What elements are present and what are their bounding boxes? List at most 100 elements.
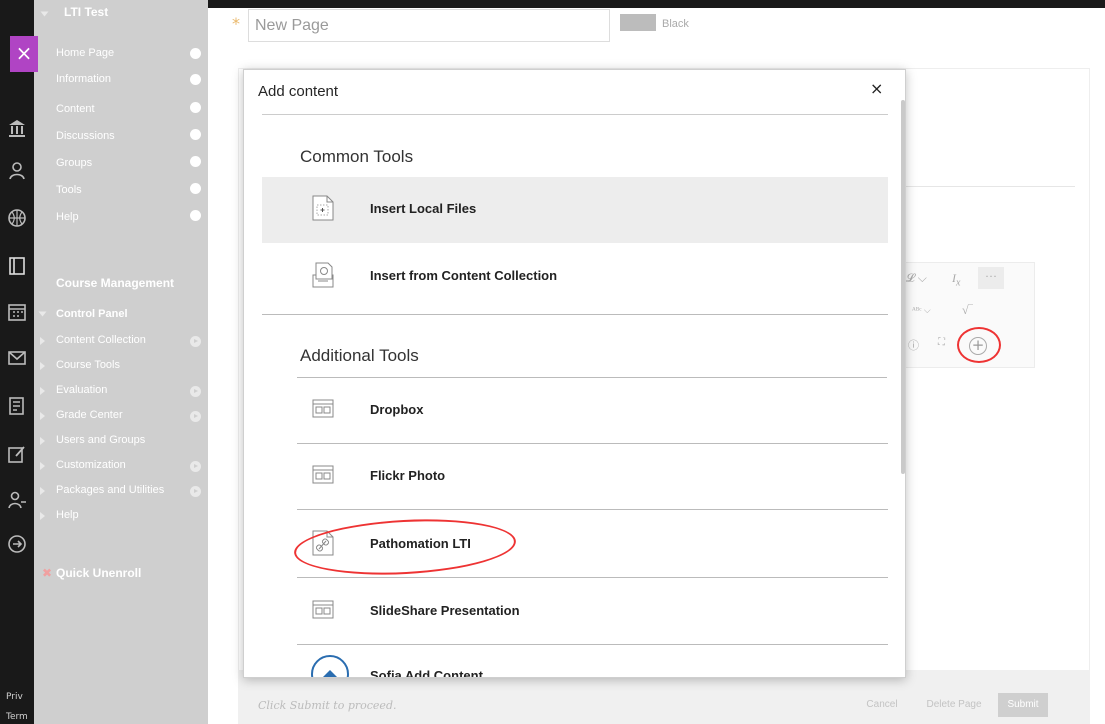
tool-label: Flickr Photo bbox=[370, 468, 446, 483]
cp-item-grade-center[interactable]: Grade Center bbox=[56, 409, 123, 421]
add-content-dialog: Add content × Common Tools Insert Local … bbox=[243, 69, 906, 678]
cp-item-help[interactable]: Help bbox=[56, 509, 79, 521]
menu-item-options-icon[interactable] bbox=[190, 74, 201, 85]
globe-icon[interactable] bbox=[7, 208, 27, 228]
content-collection-icon bbox=[312, 262, 334, 288]
calendar-icon[interactable] bbox=[7, 302, 27, 322]
menu-item-options-icon[interactable] bbox=[190, 129, 201, 140]
formula-icon[interactable]: √‾ bbox=[962, 303, 973, 318]
course-management-header: Course Management bbox=[56, 276, 175, 290]
submenu-arrow-icon[interactable] bbox=[190, 336, 201, 347]
terms-link[interactable]: Term bbox=[6, 712, 28, 722]
profile-icon[interactable] bbox=[7, 160, 27, 180]
tool-label: Dropbox bbox=[370, 402, 424, 417]
menu-item-help[interactable]: Help bbox=[56, 211, 79, 223]
grades-icon[interactable] bbox=[7, 396, 27, 416]
page-title-input[interactable]: New Page bbox=[248, 9, 610, 42]
submit-hint: Click Submit to proceed. bbox=[258, 699, 397, 712]
tool-label: Insert from Content Collection bbox=[370, 268, 558, 283]
color-label: Black bbox=[662, 18, 689, 30]
tool-insert-local-files[interactable]: Insert Local Files bbox=[262, 177, 888, 243]
help-icon[interactable]: ⓘ bbox=[908, 337, 919, 353]
global-nav-rail: Priv Term bbox=[0, 0, 34, 724]
cp-item-course-tools[interactable]: Course Tools bbox=[56, 359, 120, 371]
menu-item-tools[interactable]: Tools bbox=[56, 184, 82, 196]
spellcheck-icon[interactable]: ᴬᴮᶜ ⌵ bbox=[912, 305, 931, 316]
text-color-icon[interactable]: 𝓛 ⌵ bbox=[906, 271, 927, 286]
course-title[interactable]: LTI Test bbox=[64, 5, 108, 19]
cancel-button[interactable]: Cancel bbox=[860, 693, 904, 717]
expand-arrow-icon[interactable] bbox=[40, 462, 45, 470]
tool-sofia-add-content[interactable]: Sofia Add Content bbox=[262, 648, 888, 678]
logout-icon[interactable] bbox=[7, 534, 27, 554]
additional-tools-header: Additional Tools bbox=[300, 346, 419, 365]
expand-arrow-icon[interactable] bbox=[40, 337, 45, 345]
control-panel[interactable]: Control Panel bbox=[56, 308, 128, 320]
menu-item-content[interactable]: Content bbox=[56, 103, 95, 115]
menu-item-options-icon[interactable] bbox=[190, 183, 201, 194]
app-window-icon bbox=[312, 600, 334, 619]
expand-arrow-icon[interactable] bbox=[38, 311, 47, 317]
expand-arrow-icon[interactable] bbox=[40, 437, 45, 445]
required-star-icon: * bbox=[232, 14, 240, 33]
edit-icon[interactable] bbox=[7, 444, 27, 464]
more-icon[interactable]: ··· bbox=[978, 267, 1004, 289]
menu-item-groups[interactable]: Groups bbox=[56, 157, 92, 169]
submenu-arrow-icon[interactable] bbox=[190, 486, 201, 497]
courses-icon[interactable] bbox=[7, 256, 27, 276]
cp-item-evaluation[interactable]: Evaluation bbox=[56, 384, 107, 396]
unenroll-x-icon: ✖ bbox=[42, 566, 53, 580]
menu-item-home-page[interactable]: Home Page bbox=[56, 47, 114, 59]
submit-button[interactable]: Submit bbox=[998, 693, 1048, 717]
close-menu-button[interactable]: × bbox=[10, 36, 38, 72]
divider bbox=[262, 314, 888, 315]
file-plus-icon bbox=[312, 195, 334, 221]
tool-insert-from-content-collection[interactable]: Insert from Content Collection bbox=[262, 244, 888, 310]
submenu-arrow-icon[interactable] bbox=[190, 411, 201, 422]
menu-item-options-icon[interactable] bbox=[190, 210, 201, 221]
divider bbox=[262, 114, 888, 115]
close-icon[interactable]: × bbox=[870, 79, 883, 98]
fullscreen-icon[interactable]: ⛶ bbox=[938, 337, 945, 348]
tool-label: Sofia Add Content bbox=[370, 668, 483, 678]
cp-item-content-collection[interactable]: Content Collection bbox=[56, 334, 146, 346]
users-icon[interactable] bbox=[7, 490, 27, 510]
expand-arrow-icon[interactable] bbox=[40, 487, 45, 495]
cp-item-customization[interactable]: Customization bbox=[56, 459, 126, 471]
menu-item-options-icon[interactable] bbox=[190, 48, 201, 59]
menu-item-information[interactable]: Information bbox=[56, 73, 111, 85]
cp-item-users-and-groups[interactable]: Users and Groups bbox=[56, 434, 145, 446]
delete-page-button[interactable]: Delete Page bbox=[920, 693, 988, 717]
course-menu: LTI Test Home Page Information Content D… bbox=[34, 0, 208, 724]
menu-item-discussions[interactable]: Discussions bbox=[56, 130, 115, 142]
submenu-arrow-icon[interactable] bbox=[190, 461, 201, 472]
menu-item-options-icon[interactable] bbox=[190, 102, 201, 113]
privacy-link[interactable]: Priv bbox=[6, 692, 23, 702]
scrollbar[interactable] bbox=[901, 100, 905, 474]
messages-icon[interactable] bbox=[7, 348, 27, 368]
app-window-icon bbox=[312, 465, 334, 484]
divider bbox=[297, 577, 888, 578]
sofia-logo-icon bbox=[311, 655, 349, 677]
submenu-arrow-icon[interactable] bbox=[190, 386, 201, 397]
cp-item-packages-and-utilities[interactable]: Packages and Utilities bbox=[56, 484, 164, 496]
annotation-circle bbox=[957, 327, 1001, 363]
menu-item-options-icon[interactable] bbox=[190, 156, 201, 167]
expand-arrow-icon[interactable] bbox=[40, 362, 45, 370]
tool-label: Insert Local Files bbox=[370, 201, 477, 216]
tool-slideshare-presentation[interactable]: SlideShare Presentation bbox=[262, 579, 888, 645]
expand-arrow-icon[interactable] bbox=[40, 387, 45, 395]
common-tools-header: Common Tools bbox=[300, 147, 414, 166]
app-window-icon bbox=[312, 399, 334, 418]
color-swatch[interactable] bbox=[620, 14, 656, 31]
expand-arrow-icon[interactable] bbox=[40, 412, 45, 420]
expand-arrow-icon[interactable] bbox=[40, 512, 45, 520]
institution-icon[interactable] bbox=[7, 118, 27, 138]
quick-unenroll[interactable]: Quick Unenroll bbox=[56, 566, 141, 580]
collapse-arrow-icon[interactable] bbox=[40, 11, 49, 17]
tool-flickr-photo[interactable]: Flickr Photo bbox=[262, 444, 888, 510]
clear-format-icon[interactable]: Ix bbox=[952, 271, 960, 288]
divider bbox=[905, 186, 1075, 187]
dialog-title: Add content bbox=[258, 83, 339, 100]
tool-dropbox[interactable]: Dropbox bbox=[262, 378, 888, 444]
